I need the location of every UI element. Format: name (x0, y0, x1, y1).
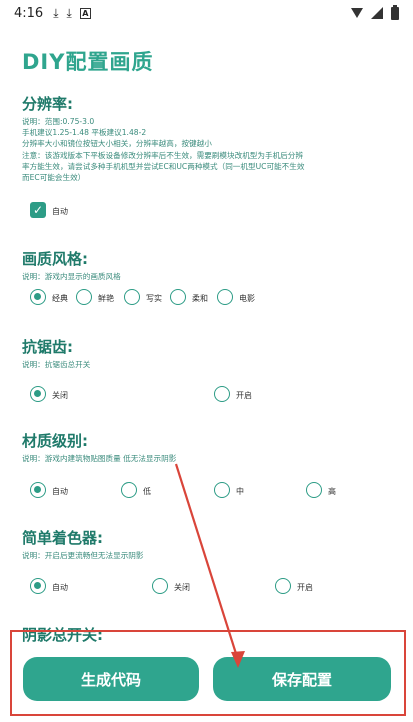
radio-material-medium[interactable] (214, 482, 230, 498)
radio-style-vivid[interactable] (76, 289, 92, 305)
generate-code-button[interactable]: 生成代码 (23, 657, 199, 701)
auto-resolution-label: 自动 (52, 207, 68, 216)
section-title-quality-style: 画质风格: (22, 250, 88, 268)
radio-label: 关闭 (174, 583, 190, 592)
radio-label: 高 (328, 487, 336, 496)
download-icon: ⤓ (53, 5, 59, 20)
section-title-shader: 简单着色器: (22, 529, 103, 547)
radio-shader-off[interactable] (152, 578, 168, 594)
radio-label: 低 (143, 487, 151, 496)
antialias-description: 说明：抗锯齿总开关 (22, 360, 91, 369)
battery-icon (391, 4, 399, 20)
section-title-resolution: 分辨率: (22, 95, 73, 113)
resolution-description: 说明：范围:0.75-3.0 手机建议1.25-1.48 平板建议1.48-2 … (22, 117, 305, 183)
check-icon: ✓ (32, 203, 44, 217)
radio-style-cinema[interactable] (217, 289, 233, 305)
status-bar: 4:16 ⤓ ⤓ A (0, 0, 413, 26)
save-config-button[interactable]: 保存配置 (213, 657, 391, 701)
radio-label: 中 (236, 487, 244, 496)
radio-label: 开启 (236, 391, 252, 400)
app-notification-icon: A (79, 7, 91, 19)
radio-label: 鲜艳 (98, 294, 114, 303)
radio-label: 关闭 (52, 391, 68, 400)
signal-icon (371, 7, 383, 19)
radio-antialias-off[interactable] (30, 386, 46, 402)
radio-label: 自动 (52, 583, 68, 592)
radio-label: 开启 (297, 583, 313, 592)
radio-label: 经典 (52, 294, 68, 303)
shader-description: 说明：开启后更流畅但无法显示阴影 (22, 551, 144, 560)
radio-material-low[interactable] (121, 482, 137, 498)
status-time: 4:16 (14, 5, 44, 21)
radio-label: 写实 (146, 294, 162, 303)
radio-shader-on[interactable] (275, 578, 291, 594)
radio-style-realistic[interactable] (124, 289, 140, 305)
radio-material-auto[interactable] (30, 482, 46, 498)
radio-label: 自动 (52, 487, 68, 496)
radio-label: 电影 (239, 294, 255, 303)
download-icon: ⤓ (66, 5, 72, 20)
material-description: 说明：游戏内建筑物贴图质量 低无法显示阴影 (22, 454, 177, 463)
auto-resolution-checkbox[interactable]: ✓ (30, 202, 46, 218)
section-title-antialias: 抗锯齿: (22, 338, 73, 356)
wifi-icon (351, 8, 363, 18)
radio-shader-auto[interactable] (30, 578, 46, 594)
radio-style-soft[interactable] (170, 289, 186, 305)
radio-style-classic[interactable] (30, 289, 46, 305)
quality-style-description: 说明：游戏内显示的画质风格 (22, 272, 121, 281)
radio-label: 柔和 (192, 294, 208, 303)
radio-antialias-on[interactable] (214, 386, 230, 402)
radio-material-high[interactable] (306, 482, 322, 498)
section-title-material: 材质级别: (22, 432, 88, 450)
page-title: DIY配置画质 (22, 50, 154, 74)
